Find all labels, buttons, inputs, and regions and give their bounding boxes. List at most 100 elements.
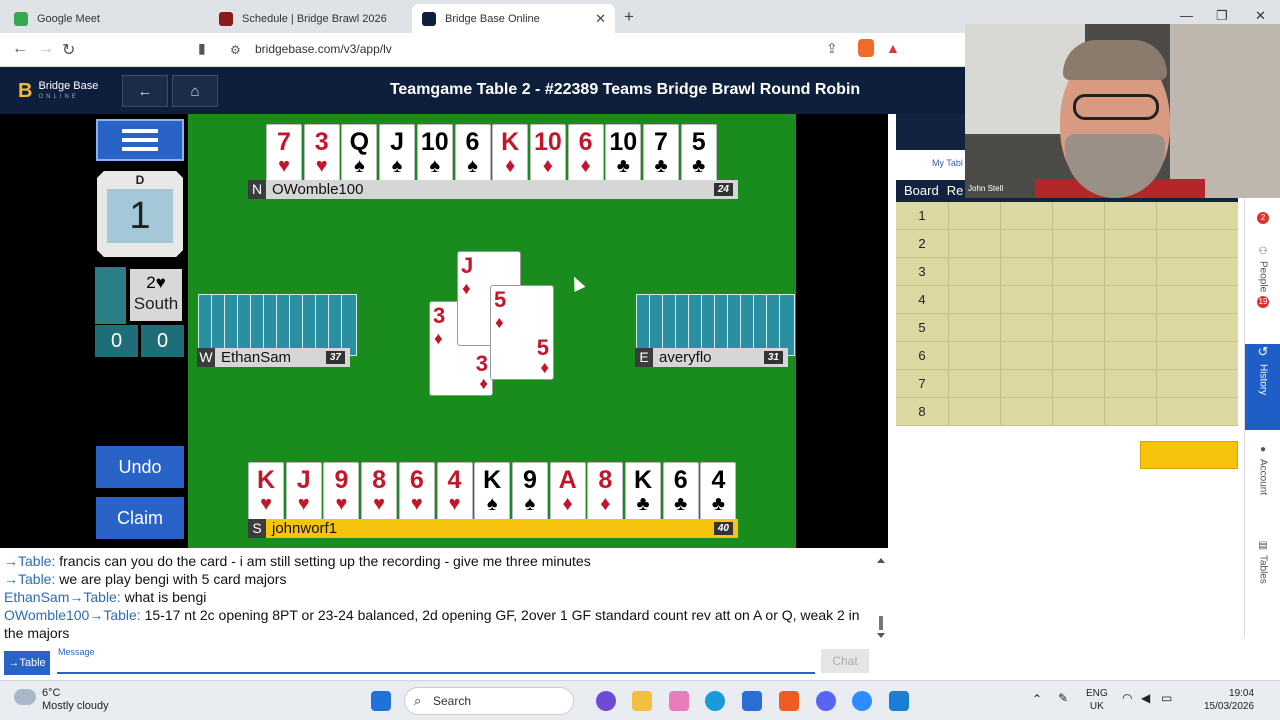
card-back bbox=[740, 294, 753, 356]
playing-card[interactable]: J ♥ bbox=[285, 462, 322, 525]
playing-card[interactable]: 10 ♣ bbox=[605, 124, 642, 187]
tab-account[interactable]: ● Account bbox=[1245, 444, 1280, 524]
playing-card[interactable]: 6 ♣ bbox=[662, 462, 699, 525]
back-icon[interactable]: ← bbox=[12, 40, 28, 58]
contract: 2♥ bbox=[146, 273, 166, 292]
west-hand bbox=[198, 294, 357, 356]
playing-card[interactable]: K ♠ bbox=[474, 462, 511, 525]
share-icon[interactable]: ⇪ bbox=[826, 40, 838, 57]
message-label: Message bbox=[58, 647, 95, 657]
playing-card[interactable]: J ♠ bbox=[379, 124, 416, 187]
board-info: D 1 bbox=[97, 171, 183, 257]
tab-schedule[interactable]: Schedule | Bridge Brawl 2026 bbox=[209, 4, 412, 33]
result-cell bbox=[1156, 370, 1208, 397]
forward-icon[interactable]: → bbox=[38, 40, 54, 58]
card-back bbox=[250, 294, 263, 356]
reload-icon[interactable]: ↻ bbox=[62, 40, 75, 60]
claim-button[interactable]: Claim bbox=[96, 497, 184, 539]
result-cell bbox=[1156, 286, 1208, 313]
brave-icon[interactable] bbox=[779, 691, 799, 711]
board-history-row[interactable]: 3 bbox=[896, 258, 1238, 286]
my-table-tab[interactable]: My Tabl bbox=[896, 155, 966, 171]
url-field[interactable]: bridgebase.com/v3/app/lv bbox=[255, 42, 392, 56]
playing-card[interactable]: 6 ♥ bbox=[398, 462, 435, 525]
card-back bbox=[276, 294, 289, 356]
minimize-icon[interactable]: — bbox=[1180, 8, 1193, 23]
result-cell bbox=[1000, 286, 1052, 313]
start-icon[interactable] bbox=[371, 691, 391, 711]
site-info-icon[interactable]: ⚙ bbox=[230, 43, 241, 57]
playing-card[interactable]: 6 ♠ bbox=[454, 124, 491, 187]
back-button[interactable]: ← bbox=[122, 75, 168, 107]
new-tab-icon[interactable]: + bbox=[624, 7, 634, 27]
playing-card[interactable]: 9 ♠ bbox=[511, 462, 548, 525]
playing-card[interactable]: K ♣ bbox=[625, 462, 661, 525]
board-history-row[interactable]: 8 bbox=[896, 398, 1238, 426]
playing-card[interactable]: Q ♠ bbox=[341, 124, 378, 187]
playing-card[interactable]: 10 ♠ bbox=[416, 124, 453, 187]
edge-icon[interactable] bbox=[705, 691, 725, 711]
tray-overflow-icon[interactable]: ⌃ bbox=[1032, 693, 1042, 706]
battery-icon[interactable]: ▭ bbox=[1161, 692, 1172, 705]
taskbar-search[interactable]: ⌕ Search bbox=[404, 687, 574, 715]
board-history-row[interactable]: 4 bbox=[896, 286, 1238, 314]
playing-card[interactable]: 5 ♣ bbox=[680, 124, 717, 187]
undo-button[interactable]: Undo bbox=[96, 446, 184, 488]
clock[interactable]: 19:04 15/03/2026 bbox=[1204, 687, 1254, 713]
board-history-row[interactable]: 1 bbox=[896, 202, 1238, 230]
chat-scrollbar[interactable] bbox=[876, 556, 886, 640]
bookmark-icon[interactable]: ▮ bbox=[198, 40, 206, 57]
board-number-cell: 8 bbox=[918, 404, 926, 419]
card-back bbox=[662, 294, 675, 356]
photos-icon[interactable] bbox=[669, 691, 689, 711]
result-cell bbox=[1156, 314, 1208, 341]
chat-send-button[interactable]: Chat bbox=[821, 649, 869, 673]
playing-card[interactable]: 9 ♥ bbox=[323, 462, 360, 525]
close-window-icon[interactable]: ✕ bbox=[1255, 8, 1266, 24]
word-icon[interactable] bbox=[889, 691, 909, 711]
board-history-row[interactable]: 2 bbox=[896, 230, 1238, 258]
copilot-icon[interactable] bbox=[596, 691, 616, 711]
playing-card[interactable]: K ♥ bbox=[248, 462, 284, 525]
playing-card[interactable]: 4 ♣ bbox=[700, 462, 737, 525]
playing-card[interactable]: 7 ♥ bbox=[266, 124, 302, 187]
chat-recipient-button[interactable]: →Table bbox=[4, 651, 50, 675]
volume-icon[interactable]: ◀ bbox=[1141, 692, 1150, 705]
result-cell bbox=[1052, 230, 1104, 257]
close-tab-icon[interactable]: ✕ bbox=[595, 11, 606, 27]
playing-card[interactable]: A ♦ bbox=[549, 462, 586, 525]
playing-card[interactable]: 3 ♥ bbox=[303, 124, 340, 187]
playing-card[interactable]: 7 ♣ bbox=[643, 124, 679, 187]
discord-icon[interactable] bbox=[816, 691, 836, 711]
playing-card[interactable]: K ♦ bbox=[492, 124, 529, 187]
tab-bridge-base[interactable]: Bridge Base Online ✕ bbox=[412, 4, 615, 33]
brave-rewards-icon[interactable]: ▲ bbox=[886, 40, 900, 56]
wifi-icon[interactable]: ◠ bbox=[1122, 692, 1132, 705]
maximize-icon[interactable]: ❐ bbox=[1216, 8, 1228, 24]
brave-shield-icon[interactable] bbox=[858, 39, 874, 57]
tab-tables[interactable]: ▤ Tables bbox=[1245, 540, 1280, 610]
tab-history[interactable]: ↺ History bbox=[1245, 344, 1280, 430]
tab-google-meet[interactable]: Google Meet bbox=[4, 4, 209, 33]
file-explorer-icon[interactable] bbox=[632, 691, 652, 711]
playing-card[interactable]: 4 ♥ bbox=[436, 462, 473, 525]
playing-card[interactable]: 8 ♦ bbox=[587, 462, 624, 525]
weather-widget[interactable]: 6°C Mostly cloudy bbox=[14, 687, 109, 713]
pen-icon[interactable]: ✎ bbox=[1058, 692, 1068, 705]
menu-button[interactable] bbox=[96, 119, 184, 161]
playing-card[interactable]: 10 ♦ bbox=[529, 124, 566, 187]
zoom-icon[interactable] bbox=[852, 691, 872, 711]
home-button[interactable]: ⌂ bbox=[172, 75, 218, 107]
playing-card[interactable]: 8 ♥ bbox=[361, 462, 398, 525]
tab-people[interactable]: ⚇ People 19 bbox=[1245, 246, 1280, 336]
result-cell bbox=[1104, 230, 1156, 257]
language-indicator[interactable]: ENG UK bbox=[1086, 687, 1108, 713]
card-back bbox=[753, 294, 766, 356]
board-history-row[interactable]: 6 bbox=[896, 342, 1238, 370]
store-icon[interactable] bbox=[742, 691, 762, 711]
message-input[interactable] bbox=[57, 672, 815, 674]
playing-card[interactable]: 6 ♦ bbox=[567, 124, 604, 187]
result-cell bbox=[1000, 370, 1052, 397]
board-history-row[interactable]: 7 bbox=[896, 370, 1238, 398]
board-history-row[interactable]: 5 bbox=[896, 314, 1238, 342]
